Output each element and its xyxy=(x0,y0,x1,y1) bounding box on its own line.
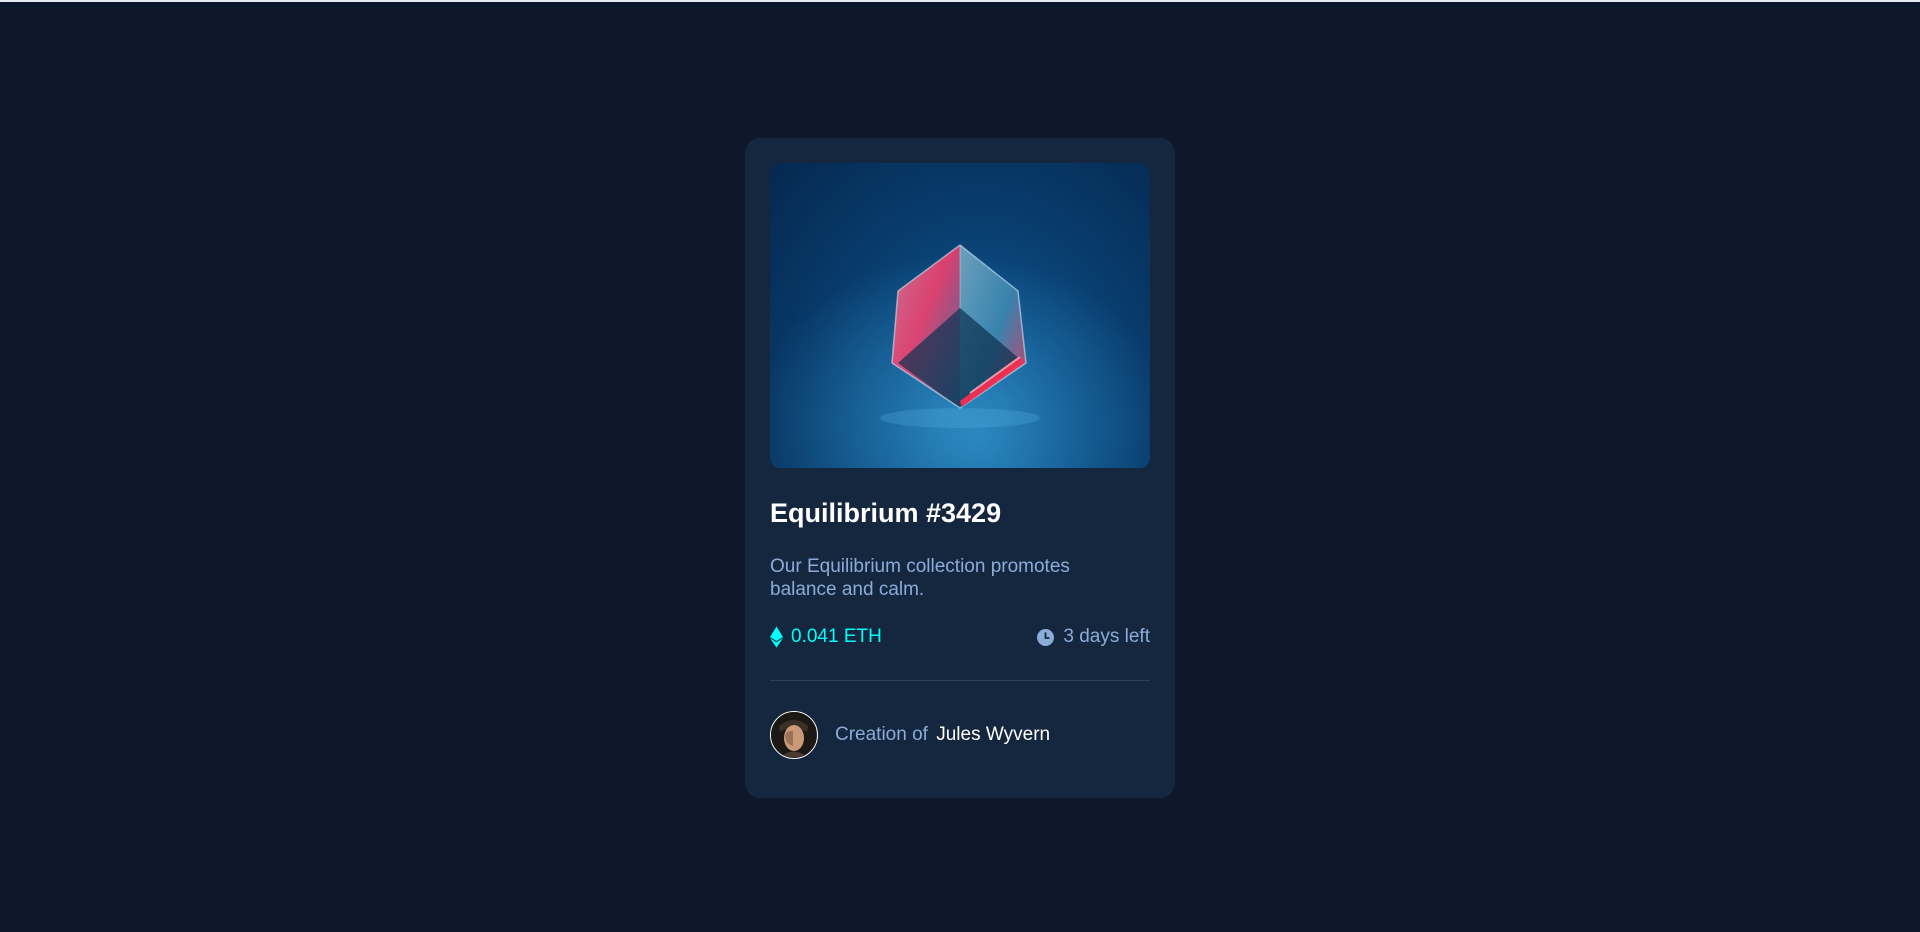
time-remaining: 3 days left xyxy=(1037,626,1150,648)
creator-credit: Creation of Jules Wyvern xyxy=(835,724,1050,746)
avatar xyxy=(770,711,818,759)
nft-preview-card: Equilibrium #3429 Our Equilibrium collec… xyxy=(745,138,1175,798)
browser-top-edge xyxy=(0,0,1920,2)
nft-title[interactable]: Equilibrium #3429 xyxy=(770,496,1150,530)
price-value: 0.041 ETH xyxy=(791,626,882,647)
clock-icon xyxy=(1037,628,1055,646)
creator-name-link[interactable]: Jules Wyvern xyxy=(936,724,1050,745)
creator-prefix: Creation of xyxy=(835,724,928,745)
time-left-value: 3 days left xyxy=(1063,626,1150,647)
nft-description: Our Equilibrium collection promotes bala… xyxy=(770,556,1070,600)
nft-image[interactable] xyxy=(770,163,1150,468)
equilibrium-cube-illustration xyxy=(770,163,1150,468)
ethereum-icon xyxy=(770,626,783,648)
creator-portrait xyxy=(771,712,816,757)
divider xyxy=(770,680,1150,681)
creator-info: Creation of Jules Wyvern xyxy=(770,711,1150,759)
price: 0.041 ETH xyxy=(770,626,882,648)
nft-stats: 0.041 ETH 3 days left xyxy=(770,624,1150,650)
